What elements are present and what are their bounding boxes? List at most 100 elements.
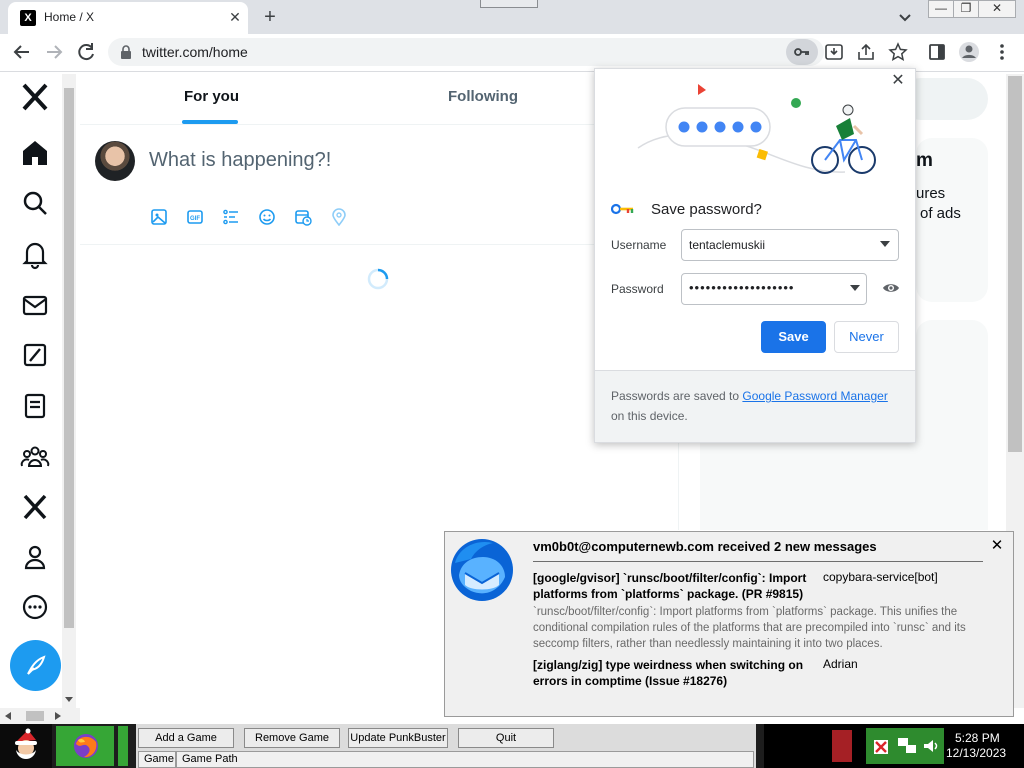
password-value[interactable]: ••••••••••••••••••• [689,280,794,295]
password-dropdown-icon[interactable] [850,285,860,291]
username-value[interactable]: tentaclemuskii [689,238,765,252]
scroll-right-arrow-icon[interactable] [54,712,62,720]
restore-button[interactable]: ❐ [953,0,979,18]
communities-icon[interactable] [18,440,52,474]
poll-icon[interactable] [222,208,240,226]
horizontal-scrollbar-thumb[interactable] [26,711,44,721]
password-label: Password [611,282,664,296]
username-dropdown-icon[interactable] [880,241,890,247]
emoji-icon[interactable] [258,208,276,226]
google-key-icon [611,203,634,215]
quit-button[interactable]: Quit [458,728,554,748]
x-logo-icon[interactable] [18,80,52,114]
network-computers-icon[interactable] [896,736,918,756]
back-arrow-icon[interactable] [10,40,34,64]
feather-compose-icon [27,655,46,675]
gif-icon[interactable]: GIF [186,208,204,226]
column-header-game[interactable]: Game [138,751,176,768]
scroll-down-arrow-icon[interactable] [64,696,74,704]
message-sender: copybara-service[bot] [823,570,938,584]
remove-game-button[interactable]: Remove Game [244,728,340,748]
browser-tab[interactable]: X Home / X ✕ [8,2,248,34]
grok-slash-icon[interactable] [18,338,52,372]
password-illustration [637,84,876,174]
clock-time[interactable]: 5:28 PM [955,731,1000,745]
firefox-taskbar-button[interactable] [56,726,114,766]
x-premium-icon[interactable] [18,490,52,524]
tab-for-you[interactable]: For you [184,88,239,105]
horizontal-scrollbar[interactable] [0,708,80,724]
svg-text:GIF: GIF [190,216,200,222]
minimize-button[interactable]: — [928,0,954,18]
compose-input[interactable]: What is happening?! [149,149,331,172]
tray-app-icon[interactable] [832,730,852,762]
notification-title: vm0b0t@computernewb.com received 2 new m… [533,539,877,554]
premium-card-text-fragment-2: of ads [920,205,961,222]
x-favicon-icon: X [20,10,36,26]
notification-close-icon[interactable]: ✕ [989,538,1005,554]
forward-arrow-icon[interactable] [42,40,66,64]
save-button[interactable]: Save [761,321,826,353]
compose-post-button[interactable] [10,640,61,691]
lists-icon[interactable] [18,389,52,423]
network-error-icon[interactable] [872,738,890,756]
url-text[interactable]: twitter.com/home [142,44,248,60]
close-window-button[interactable]: ✕ [978,0,1016,18]
update-punkbuster-button[interactable]: Update PunkBuster [348,728,448,748]
bell-icon[interactable] [18,237,52,271]
schedule-icon[interactable] [294,208,312,226]
location-icon[interactable] [330,208,348,226]
message-sender: Adrian [823,657,858,671]
tab-title: Home / X [44,10,95,24]
header-divider [80,124,600,125]
install-app-icon[interactable] [824,43,844,61]
kebab-menu-icon[interactable] [994,42,1010,62]
key-icon [794,48,809,56]
profile-icon[interactable] [18,540,52,574]
image-icon[interactable] [150,208,168,226]
username-label: Username [611,238,667,252]
bookmark-star-icon[interactable] [888,42,908,62]
message-subject[interactable]: [google/gvisor] `runsc/boot/filter/confi… [533,570,823,602]
never-button[interactable]: Never [834,321,899,353]
page-scrollbar-thumb[interactable] [1008,76,1022,452]
thunderbird-logo-icon [451,539,513,601]
firefox-icon [74,734,98,758]
loading-spinner-icon [367,268,389,290]
home-icon[interactable] [18,136,52,170]
tray-icons-area [866,728,944,764]
left-scrollbar-thumb[interactable] [64,88,74,628]
share-icon[interactable] [856,43,876,61]
clock-date[interactable]: 12/13/2023 [946,746,1006,760]
more-icon[interactable] [18,590,52,624]
new-tab-button[interactable]: + [258,5,282,29]
trends-card-body [700,440,988,530]
premium-card-text-fragment-1: ures [916,185,946,202]
column-divider [678,440,679,530]
side-panel-icon[interactable] [928,43,946,61]
password-manager-link[interactable]: Google Password Manager [742,389,887,403]
password-key-button[interactable] [786,39,818,65]
tab-search-chevron-icon[interactable] [896,8,914,26]
show-password-eye-icon[interactable] [882,281,900,295]
search-icon[interactable] [18,186,52,220]
lock-icon[interactable] [120,45,132,59]
add-a-game-button[interactable]: Add a Game [138,728,234,748]
column-header-game-path[interactable]: Game Path [176,751,754,768]
window-drag-handle[interactable] [480,0,538,8]
premium-card-title-fragment: m [916,150,933,171]
dialog-title: Save password? [651,201,762,218]
close-icon[interactable]: ✕ [889,72,907,90]
tab-close-icon[interactable]: ✕ [226,8,244,26]
tab-following[interactable]: Following [448,88,518,105]
message-subject[interactable]: [ziglang/zig] type weirdness when switch… [533,657,823,689]
user-avatar[interactable] [95,141,135,181]
scroll-left-arrow-icon[interactable] [4,712,12,720]
profile-avatar-icon[interactable] [958,41,980,63]
volume-icon[interactable] [922,738,940,754]
message-preview: `runsc/boot/filter/config`: Import platf… [533,606,966,650]
start-button[interactable] [0,724,52,768]
mail-icon[interactable] [18,288,52,322]
footer-text: Passwords are saved to Google Password M… [611,386,903,426]
reload-icon[interactable] [74,40,98,64]
